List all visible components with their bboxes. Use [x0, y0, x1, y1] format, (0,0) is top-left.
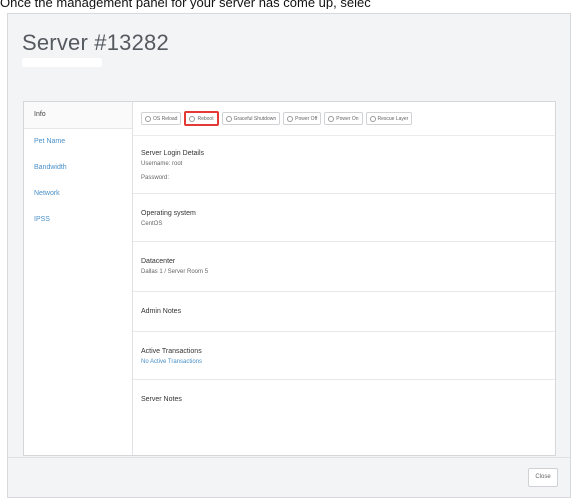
- graceful-shutdown-button[interactable]: Graceful Shutdown: [221, 112, 281, 125]
- login-details-title: Server Login Details: [141, 150, 205, 157]
- password-label: Password:: [141, 175, 170, 181]
- sidebar-item-bandwidth[interactable]: Bandwidth: [24, 155, 132, 181]
- close-button[interactable]: Close: [528, 468, 558, 487]
- modal-footer: Close: [8, 457, 570, 498]
- datacenter-section: Datacenter Dallas 1 / Server Room 5: [133, 242, 555, 292]
- sidebar-item-ipss[interactable]: IPSS: [24, 207, 132, 233]
- sidebar-item-pet-name[interactable]: Pet Name: [24, 129, 132, 155]
- transactions-title: Active Transactions: [141, 348, 202, 355]
- radio-icon: [328, 115, 335, 122]
- os-title: Operating system: [141, 210, 196, 217]
- power-on-label: Power On: [336, 115, 359, 122]
- power-off-label: Power Off: [295, 115, 318, 122]
- action-bar: OS Reload Reboot Graceful Shutdown Power…: [133, 102, 555, 136]
- sidebar: Info Pet Name Bandwidth Network IPSS: [24, 102, 133, 455]
- transactions-section: Active Transactions No Active Transactio…: [133, 332, 555, 380]
- username-value: Username: root: [141, 161, 183, 167]
- login-details-section: Server Login Details Username: root Pass…: [133, 136, 555, 194]
- radio-icon: [287, 115, 294, 122]
- reboot-button[interactable]: Reboot: [184, 111, 219, 126]
- sidebar-item-info[interactable]: Info: [24, 102, 132, 129]
- radio-icon: [225, 115, 232, 122]
- radio-icon: [145, 115, 151, 122]
- redacted-subtitle: [22, 58, 102, 67]
- server-management-modal: Server #13282 Info Pet Name Bandwidth Ne…: [7, 13, 571, 498]
- power-off-button[interactable]: Power Off: [283, 112, 322, 125]
- os-reload-label: OS Reload: [153, 115, 178, 122]
- graceful-shutdown-label: Graceful Shutdown: [233, 115, 277, 122]
- rescue-layer-button[interactable]: Rescue Layer: [365, 112, 413, 125]
- modal-title: Server #13282: [22, 30, 169, 55]
- radio-icon: [189, 115, 196, 122]
- datacenter-value: Dallas 1 / Server Room 5: [141, 269, 209, 275]
- tutorial-caption: Once the management panel for your serve…: [0, 0, 371, 9]
- radio-icon: [369, 115, 376, 122]
- admin-notes-title: Admin Notes: [141, 308, 182, 315]
- modal-body: Info Pet Name Bandwidth Network IPSS OS …: [23, 101, 556, 456]
- reboot-label: Reboot: [197, 115, 214, 122]
- os-section: Operating system CentOS: [133, 194, 555, 242]
- transactions-value: No Active Transactions: [141, 359, 203, 365]
- server-notes-title: Server Notes: [141, 396, 182, 403]
- os-value: CentOS: [141, 221, 163, 227]
- admin-notes-section: Admin Notes: [133, 292, 555, 332]
- datacenter-title: Datacenter: [141, 258, 176, 265]
- server-notes-section: Server Notes: [133, 380, 555, 420]
- rescue-layer-label: Rescue Layer: [377, 115, 409, 122]
- os-reload-button[interactable]: OS Reload: [141, 112, 182, 125]
- sidebar-item-network[interactable]: Network: [24, 181, 132, 207]
- power-on-button[interactable]: Power On: [324, 112, 363, 125]
- info-content: OS Reload Reboot Graceful Shutdown Power…: [133, 102, 555, 455]
